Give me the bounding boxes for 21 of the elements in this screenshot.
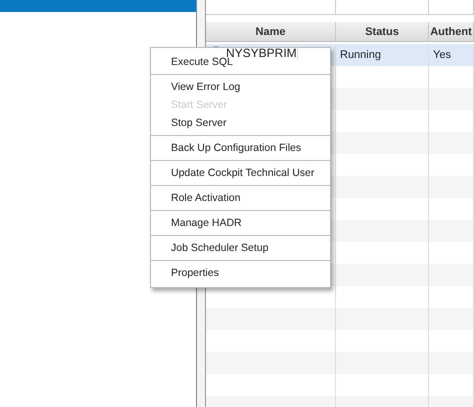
table-cell: Running — [336, 44, 429, 66]
table-cell — [429, 264, 474, 286]
table-cell — [429, 352, 474, 374]
menu-item[interactable]: Role Activation — [151, 189, 330, 207]
menu-item[interactable]: Manage HADR — [151, 214, 330, 232]
menu-item[interactable]: Stop Server — [151, 114, 330, 132]
menu-item[interactable]: Properties — [151, 264, 330, 282]
table-cell — [429, 132, 474, 154]
table-cell — [429, 220, 474, 242]
menu-item[interactable]: View Error Log — [151, 78, 330, 96]
table-cell — [429, 88, 474, 110]
column-header[interactable]: Status — [336, 22, 429, 42]
table-cell — [429, 176, 474, 198]
table-cell: Yes — [429, 44, 474, 66]
menu-item[interactable]: Job Scheduler Setup — [151, 239, 330, 257]
table-cell — [429, 308, 474, 330]
table-cell — [429, 0, 474, 15]
column-header[interactable]: Name — [206, 22, 336, 42]
menu-item[interactable]: Update Cockpit Technical User — [151, 164, 330, 182]
column-header[interactable]: Authent — [429, 22, 474, 42]
menu-item[interactable]: Back Up Configuration Files — [151, 139, 330, 157]
